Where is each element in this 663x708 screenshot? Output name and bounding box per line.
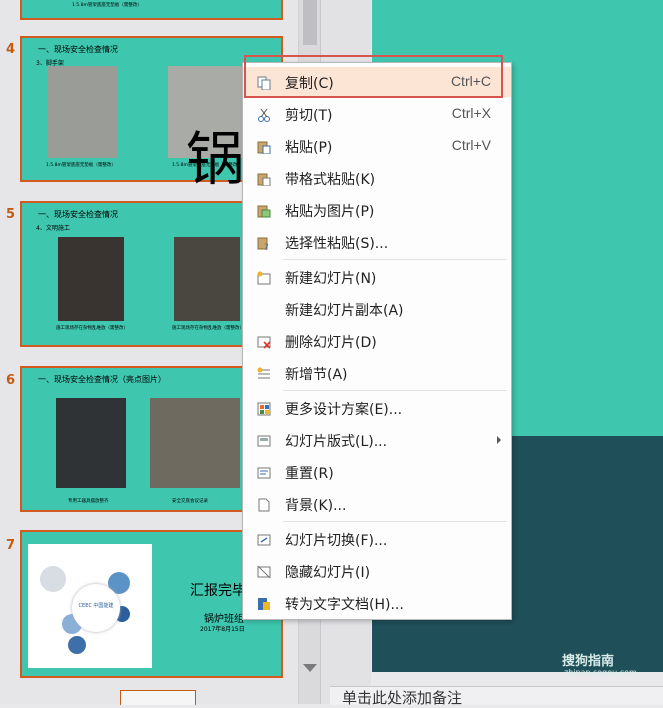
menu-label: 新建幻灯片(N) <box>285 271 377 287</box>
reset-icon <box>257 465 271 479</box>
notes-pane[interactable]: 单击此处添加备注 <box>330 686 663 707</box>
menu-item-slide-layout[interactable]: 幻灯片版式(L)... <box>243 425 511 455</box>
menu-item-delete-slide[interactable]: 删除幻灯片(D) <box>243 326 511 356</box>
menu-label: 重置(R) <box>285 466 334 482</box>
thumb-heading: 一、现场安全检查情况（亮点图片） <box>38 375 166 384</box>
add-slide-button[interactable] <box>120 690 196 705</box>
menu-item-cut[interactable]: 剪切(T) Ctrl+X <box>243 99 511 129</box>
menu-label: 幻灯片版式(L)... <box>285 434 388 450</box>
slide-number-7: 7 <box>6 538 16 553</box>
menu-item-background[interactable]: 背景(K)... <box>243 489 511 519</box>
scrollbar-thumb[interactable] <box>303 0 317 45</box>
menu-item-slide-transition[interactable]: 幻灯片切换(F)... <box>243 524 511 554</box>
menu-label: 新增节(A) <box>285 367 348 383</box>
slide-number-6: 6 <box>6 373 16 388</box>
menu-label: 选择性粘贴(S)... <box>285 236 389 252</box>
menu-label: 带格式粘贴(K) <box>285 172 376 188</box>
thumb-caption: 专用工器具摆放整齐 <box>68 499 109 504</box>
menu-label: 更多设计方案(E)... <box>285 402 403 418</box>
context-menu: 复制(C) Ctrl+C 剪切(T) Ctrl+X 粘贴(P) Ctrl+V 带… <box>242 62 512 620</box>
svg-text:?: ? <box>264 243 269 250</box>
copy-icon <box>257 75 271 91</box>
watermark-text: 搜狗指南 <box>562 654 615 669</box>
thumb-caption: 施工现场存在杂物乱堆放（需整改） <box>172 326 244 331</box>
thumb-photo <box>48 66 118 158</box>
scroll-down-icon[interactable] <box>303 664 317 672</box>
slide-number-4: 4 <box>6 42 16 57</box>
thumb-date: 2017年8月15日 <box>200 626 245 633</box>
thumb-subtitle: 锅炉班组 <box>204 614 244 625</box>
watermark: 搜狗指南 zhinan.sogou.com <box>562 650 637 677</box>
menu-label: 剪切(T) <box>285 108 333 124</box>
thumb-heading: 一、现场安全检查情况 <box>38 210 118 219</box>
menu-item-copy[interactable]: 复制(C) Ctrl+C <box>243 67 511 97</box>
menu-label: 幻灯片切换(F)... <box>285 533 388 549</box>
menu-item-paste-as-picture[interactable]: 粘贴为图片(P) <box>243 195 511 225</box>
menu-label: 背景(K)... <box>285 498 347 514</box>
convert-doc-icon <box>257 596 271 610</box>
notes-placeholder: 单击此处添加备注 <box>342 689 463 707</box>
menu-shortcut: Ctrl+X <box>451 105 491 121</box>
delete-slide-icon <box>257 334 271 349</box>
menu-item-reset[interactable]: 重置(R) <box>243 457 511 487</box>
paste-icon <box>257 139 271 155</box>
thumb-photo <box>150 398 240 488</box>
menu-shortcut: Ctrl+C <box>450 73 491 89</box>
menu-item-convert-to-document[interactable]: 转为文字文档(H)... <box>243 588 511 618</box>
thumb-logo-image: CEEC 中国能建 <box>28 544 152 668</box>
thumb-caption: 1.5.8m管架底座无垫板（需整改） <box>46 163 116 168</box>
paste-format-icon <box>257 171 271 187</box>
menu-separator <box>283 259 507 260</box>
menu-item-new-slide[interactable]: 新建幻灯片(N) <box>243 262 511 292</box>
thumb-caption: 1.5.8m管架底座无垫板（需整改） <box>72 3 142 8</box>
ceec-logo-text: CEEC 中国能建 <box>78 603 114 609</box>
thumb-heading: 一、现场安全检查情况 <box>38 45 118 54</box>
menu-item-more-designs[interactable]: 更多设计方案(E)... <box>243 393 511 423</box>
background-icon <box>257 497 271 512</box>
cut-icon <box>257 107 271 122</box>
menu-shortcut: Ctrl+V <box>451 137 491 153</box>
thumb-photo <box>56 398 126 488</box>
thumb-photo <box>174 237 240 321</box>
thumb-photo <box>58 237 124 321</box>
slide-thumbnail-3[interactable]: 1.5.8m管架底座无垫板（需整改） <box>20 0 283 20</box>
menu-label: 新建幻灯片副本(A) <box>285 303 404 319</box>
new-slide-icon <box>257 270 271 285</box>
thumb-subheading: 4、文明施工 <box>36 225 70 232</box>
thumb-caption: 安全交底会议记录 <box>172 499 208 504</box>
menu-label: 粘贴为图片(P) <box>285 204 375 220</box>
transition-icon <box>257 532 271 546</box>
paste-special-icon: ? <box>257 235 271 253</box>
submenu-arrow-icon <box>497 436 501 444</box>
paste-image-icon <box>257 203 271 218</box>
menu-separator <box>283 521 507 522</box>
menu-label: 复制(C) <box>285 76 334 92</box>
menu-item-duplicate-slide[interactable]: 新建幻灯片副本(A) <box>243 294 511 324</box>
menu-item-paste-with-format[interactable]: 带格式粘贴(K) <box>243 163 511 193</box>
thumb-title: 汇报完毕 <box>190 583 246 599</box>
menu-item-paste-special[interactable]: ? 选择性粘贴(S)... <box>243 227 511 257</box>
menu-separator <box>283 390 507 391</box>
menu-item-paste[interactable]: 粘贴(P) Ctrl+V <box>243 131 511 161</box>
hide-slide-icon <box>257 564 271 579</box>
menu-label: 粘贴(P) <box>285 140 333 156</box>
watermark-url: zhinan.sogou.com <box>564 668 637 677</box>
design-icon <box>257 401 271 416</box>
menu-label: 隐藏幻灯片(I) <box>285 565 371 581</box>
menu-item-add-section[interactable]: 新增节(A) <box>243 358 511 388</box>
menu-label: 转为文字文档(H)... <box>285 597 404 613</box>
slide-number-5: 5 <box>6 207 16 222</box>
menu-label: 删除幻灯片(D) <box>285 335 377 351</box>
layout-icon <box>257 433 271 447</box>
thumb-caption: 施工现场存在杂物乱堆放（需整改） <box>56 326 128 331</box>
new-section-icon <box>257 366 271 380</box>
menu-item-hide-slide[interactable]: 隐藏幻灯片(I) <box>243 556 511 586</box>
